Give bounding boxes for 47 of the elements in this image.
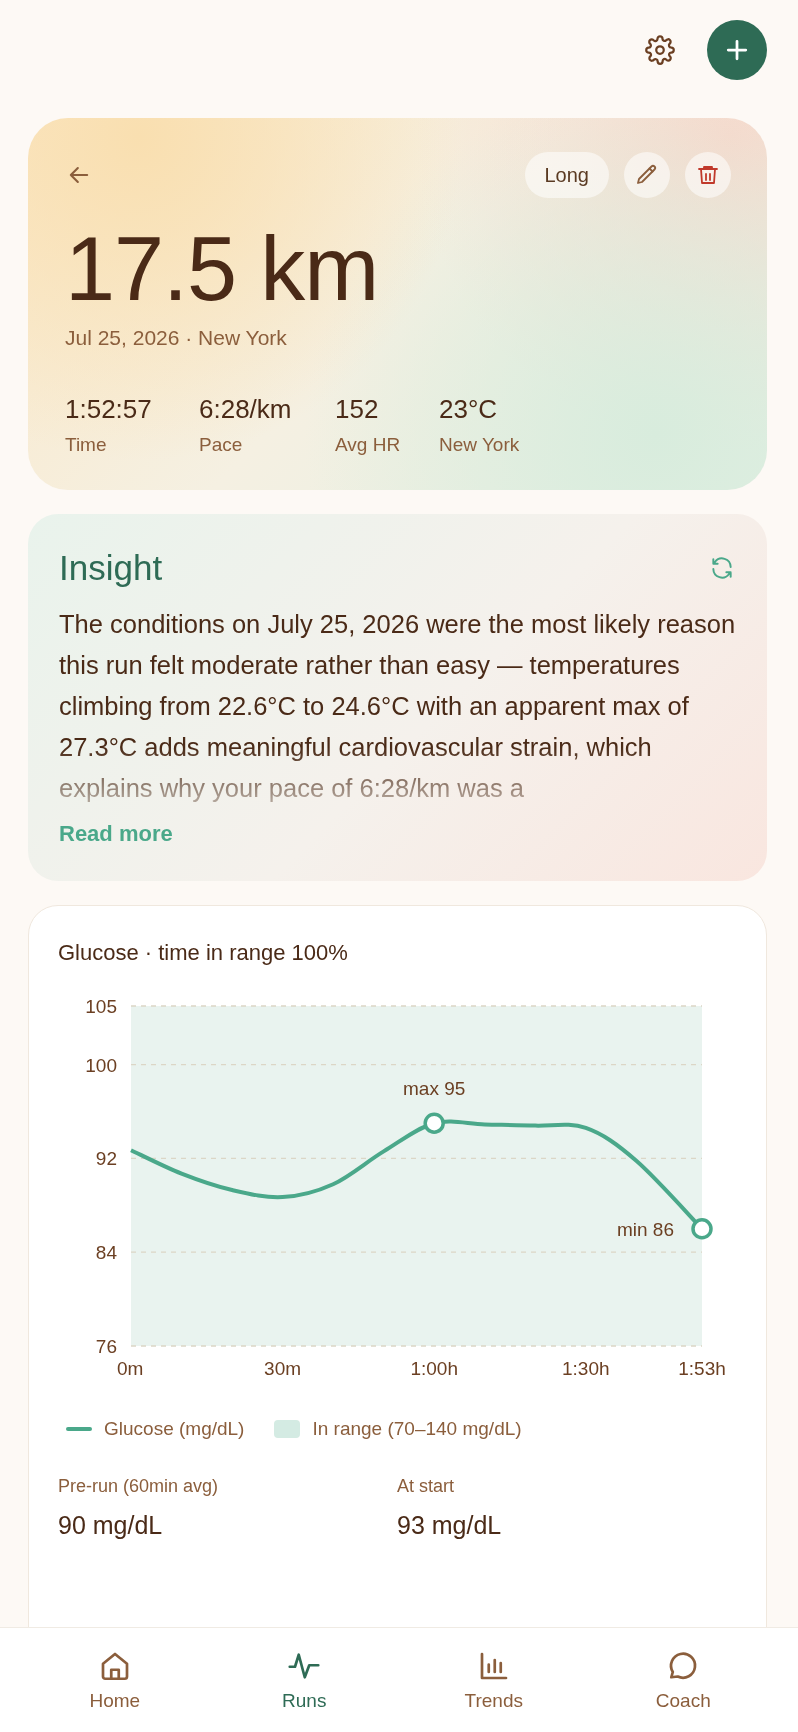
y-axis-label: 84: [95, 1242, 117, 1264]
stat-label: Pace: [199, 434, 244, 456]
nav-tab[interactable]: Coach: [623, 1644, 744, 1716]
pencil-icon: [635, 163, 659, 187]
stat-value: 1:52:57: [65, 394, 153, 425]
y-axis-label: 100: [85, 1054, 117, 1076]
line-swatch: [66, 1427, 92, 1431]
x-axis-label: 0m: [117, 1358, 144, 1379]
marker-point: [691, 1218, 713, 1240]
run-date-location: Jul 25, 2026 · New York: [65, 326, 288, 350]
legend-label: In range (70–140 mg/dL): [312, 1418, 522, 1440]
insight-title: Insight: [59, 548, 163, 588]
annotation-label: min 86: [616, 1218, 674, 1240]
stat-value: 152: [335, 394, 380, 425]
stat-label: New York: [439, 434, 521, 456]
y-axis-label: 76: [95, 1336, 117, 1357]
add-button[interactable]: [707, 20, 767, 80]
refresh-icon[interactable]: [709, 555, 735, 581]
x-axis-label: 30m: [264, 1358, 302, 1379]
stat-label: At start: [397, 1476, 455, 1497]
legend-label: Glucose (mg/dL): [104, 1418, 245, 1440]
stat-value: 6:28/km: [199, 394, 293, 425]
stat-label: Time: [65, 434, 108, 456]
insight-text: The conditions on July 25, 2026 were the most likely reason this run felt moderate rather than easy — temperatures climbing from 22.6°C to 24.6°C with an apparent max of 27.3°C adds meaningful cardiovascular strain, which explains why your pace of 6:28/km was a: [59, 609, 737, 804]
nav-tab[interactable]: Trends: [433, 1644, 554, 1716]
stat-value: 93 mg/dL: [397, 1511, 503, 1540]
x-axis-label: 1:00h: [410, 1358, 458, 1379]
run-distance: 17.5 km: [65, 224, 380, 314]
x-axis-label: 1:53h: [678, 1358, 726, 1379]
stat-value: 90 mg/dL: [58, 1511, 164, 1540]
stat-value: 23°C: [439, 394, 499, 425]
nav-tab[interactable]: Runs: [244, 1644, 365, 1716]
band-swatch: [274, 1420, 301, 1438]
annotation-label: max 95: [403, 1078, 466, 1100]
delete-button[interactable]: [685, 152, 731, 198]
stat-label: Pre-run (60min avg): [58, 1476, 220, 1497]
x-axis-label: 1:30h: [562, 1358, 610, 1379]
marker-point: [423, 1112, 445, 1134]
y-axis-label: 92: [95, 1148, 117, 1170]
y-axis-label: 105: [85, 996, 117, 1017]
nav-tab[interactable]: Home: [54, 1644, 175, 1716]
settings-icon[interactable]: [645, 35, 675, 65]
stat-label: Avg HR: [335, 434, 402, 456]
run-type-tag[interactable]: Long: [524, 152, 609, 198]
chart-title: Glucose · time in range 100%: [58, 940, 349, 966]
edit-button[interactable]: [624, 152, 670, 198]
trash-icon: [696, 163, 720, 187]
